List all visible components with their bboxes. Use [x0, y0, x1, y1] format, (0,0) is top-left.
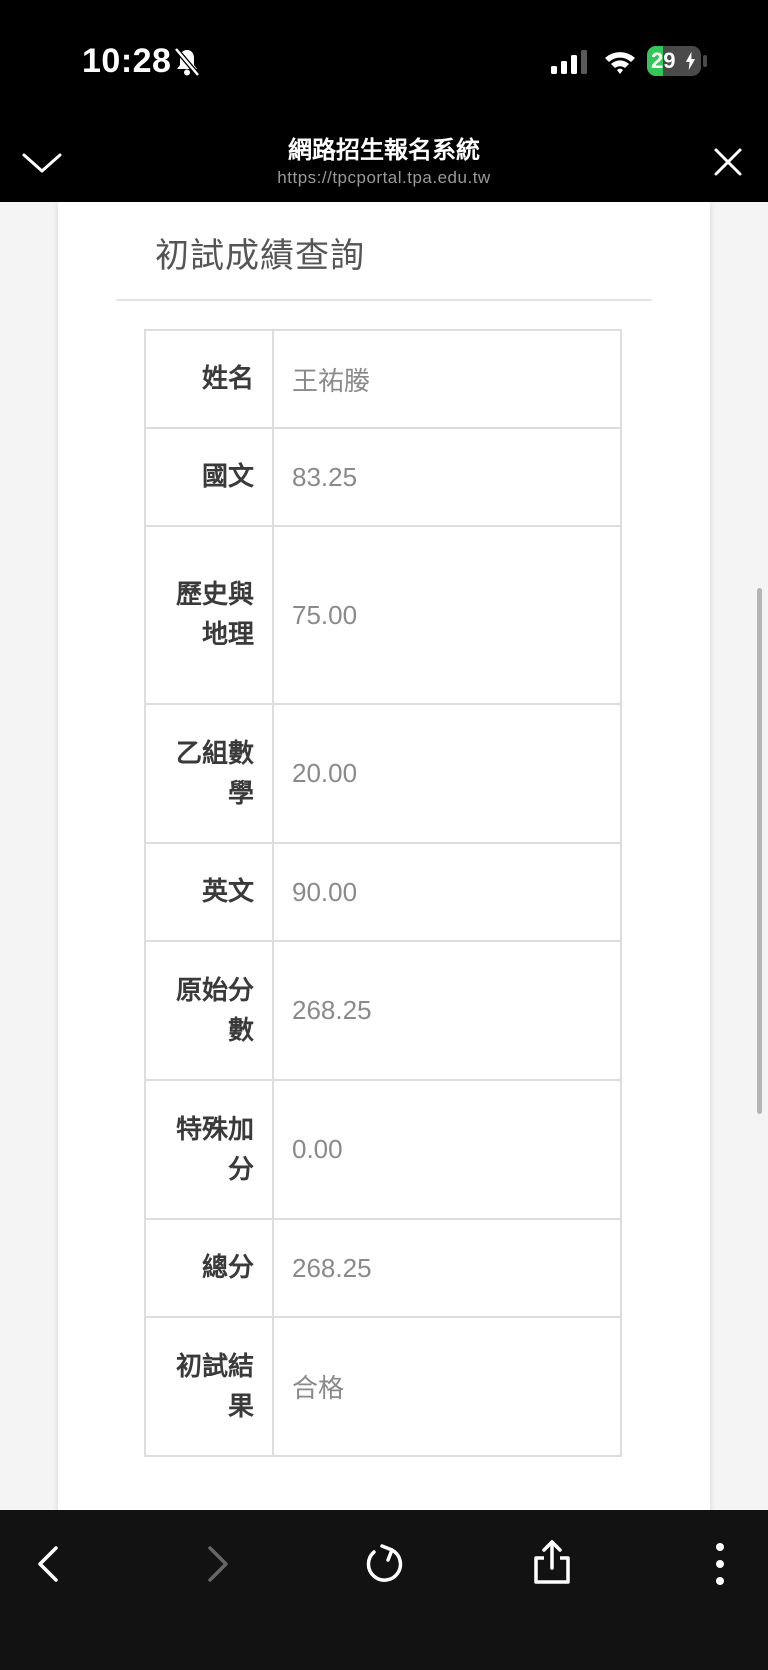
score-table: 姓名 王祐媵 國文 83.25 歷史與地理 75.00 乙組數學 20.00 英…: [144, 329, 622, 1457]
battery-level-text: 29: [651, 48, 676, 73]
row-value: 90.00: [272, 842, 622, 942]
table-row: 英文 90.00: [144, 842, 622, 942]
row-value: 王祐媵: [272, 329, 622, 429]
forward-button[interactable]: [186, 1534, 246, 1594]
share-button[interactable]: [522, 1534, 582, 1594]
table-row: 總分 268.25: [144, 1218, 622, 1318]
row-value: 合格: [272, 1316, 622, 1457]
table-row: 特殊加分 0.00: [144, 1079, 622, 1220]
row-label: 乙組數學: [144, 703, 274, 844]
reload-button[interactable]: [354, 1534, 414, 1594]
table-row: 國文 83.25: [144, 427, 622, 527]
card-title: 初試成績查詢: [155, 236, 365, 276]
table-row: 初試結果 合格: [144, 1316, 622, 1457]
charging-bolt-icon: [685, 51, 696, 71]
table-row: 姓名 王祐媵: [144, 329, 622, 429]
bell-slash-icon: [174, 47, 200, 77]
browser-toolbar: [0, 1510, 768, 1670]
row-label: 初試結果: [144, 1316, 274, 1457]
share-icon: [534, 1540, 570, 1584]
more-vertical-icon: [716, 1543, 724, 1585]
table-row: 原始分數 268.25: [144, 940, 622, 1081]
wifi-icon: [605, 52, 635, 74]
page-title: 網路招生報名系統: [288, 136, 480, 164]
back-button[interactable]: [20, 1534, 80, 1594]
table-row: 歷史與地理 75.00: [144, 525, 622, 705]
close-icon[interactable]: [710, 144, 746, 180]
row-label: 姓名: [144, 329, 274, 429]
divider: [116, 299, 652, 301]
row-value: 83.25: [272, 427, 622, 527]
row-label: 原始分數: [144, 940, 274, 1081]
table-row: 乙組數學 20.00: [144, 703, 622, 844]
reload-icon: [366, 1544, 403, 1582]
row-label: 特殊加分: [144, 1079, 274, 1220]
chevron-left-icon: [38, 1546, 58, 1582]
row-value: 20.00: [272, 703, 622, 844]
more-button[interactable]: [690, 1534, 750, 1594]
row-label: 英文: [144, 842, 274, 942]
url-label: https://tpcportal.tpa.edu.tw: [277, 168, 491, 187]
row-value: 268.25: [272, 1218, 622, 1318]
browser-header: 網路招生報名系統 https://tpcportal.tpa.edu.tw: [0, 120, 768, 202]
score-card: 初試成績查詢 姓名 王祐媵 國文 83.25 歷史與地理 75.00 乙組數學 …: [58, 202, 710, 1510]
row-value: 0.00: [272, 1079, 622, 1220]
row-label: 國文: [144, 427, 274, 527]
web-content[interactable]: 初試成績查詢 姓名 王祐媵 國文 83.25 歷史與地理 75.00 乙組數學 …: [0, 202, 768, 1510]
row-value: 268.25: [272, 940, 622, 1081]
chevron-right-icon: [208, 1546, 228, 1582]
status-bar: 10:28 29: [0, 0, 768, 120]
scrollbar[interactable]: [757, 588, 762, 1114]
row-label: 歷史與地理: [144, 525, 274, 705]
cellular-signal-icon: [551, 50, 587, 74]
status-time: 10:28: [82, 42, 172, 80]
battery-indicator: 29: [647, 46, 701, 76]
row-value: 75.00: [272, 525, 622, 705]
battery-tip: [703, 55, 707, 67]
row-label: 總分: [144, 1218, 274, 1318]
